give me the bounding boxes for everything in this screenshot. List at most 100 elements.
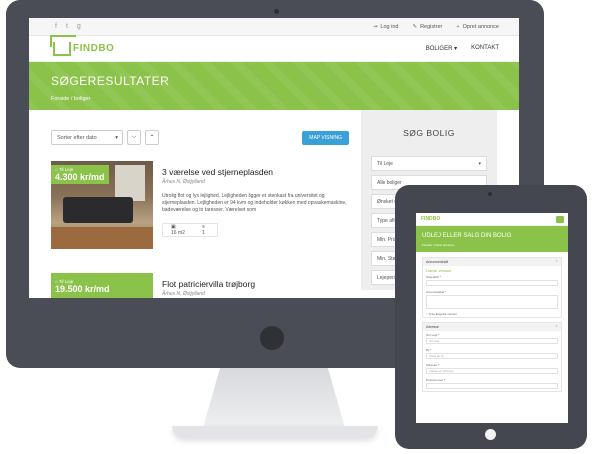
chevron-up-icon: ⌃ — [555, 260, 558, 264]
listing-card[interactable]: ⌂ Til Leje 4.300 kr/md 3 værelse ved stj… — [51, 161, 361, 249]
english-version-checkbox[interactable]: ○ Tyse Engelsk version — [423, 311, 561, 317]
listing-title[interactable]: 3 værelse ved stjerneplasden — [162, 167, 352, 177]
photo-floor — [51, 227, 153, 249]
nav-boliger-label: BOLIGER — [425, 46, 453, 52]
page-banner: SØGERESULTATER Forside / boliger — [29, 62, 519, 110]
rent-type-select[interactable]: Til Leje ▾ — [371, 156, 487, 171]
twitter-icon[interactable]: t — [66, 23, 68, 30]
field-label: Alle boliger — [377, 179, 402, 186]
field-label: Annoncetekst * — [426, 290, 447, 294]
chevron-up-icon: ⌃ — [149, 135, 155, 141]
home-button[interactable] — [485, 429, 496, 440]
listing-card[interactable]: ⌂ Til Leje 19.500 kr/md Flot patriciervi… — [51, 273, 361, 298]
tablet-breadcrumb: Forside / Opret annonce — [422, 243, 455, 247]
plus-icon: + — [456, 23, 460, 30]
listing-price: 4.300 kr/md — [55, 172, 105, 182]
nav-boliger[interactable]: BOLIGER ▾ — [426, 45, 457, 52]
checkbox-label: Tyse Engelsk version — [428, 312, 457, 316]
create-listing-link[interactable]: + Opret annonce — [456, 24, 499, 30]
login-label: Log ind — [380, 23, 399, 30]
top-bar: f t g ⇥ Log ind ✎ Registrer + Opret annonce — [29, 18, 519, 36]
register-link[interactable]: ✎ Registrer — [412, 24, 442, 30]
account-links: ⇥ Log ind ✎ Registrer + Opret annonce — [373, 24, 499, 30]
photo-window — [115, 165, 145, 201]
tablet-banner: UDLEJ ELLER SALG DIN BOLIG Forside / Opr… — [416, 226, 568, 252]
chevron-up-icon: ⌃ — [555, 325, 558, 329]
panel-header[interactable]: Annonsedetail ⌃ — [423, 258, 561, 266]
address-input[interactable]: Indtast en adresse — [426, 368, 558, 374]
page-title: SØGERESULTATER — [51, 74, 170, 88]
field-label: Min. Pris — [377, 236, 397, 243]
imac-base — [172, 426, 378, 438]
tablet-device: FINDBO UDLEJ ELLER SALG DIN BOLIG Forsid… — [395, 185, 587, 449]
photo-sofa — [63, 197, 133, 223]
listing-specs: ▣ 16 m2 ≡ 1 — [162, 223, 218, 237]
sort-select[interactable]: Sorter efter dato ▾ — [51, 130, 123, 145]
panel-title: Annonsedetail — [426, 260, 449, 264]
sort-asc-button[interactable]: ⌃ — [145, 130, 159, 145]
camera-dot — [274, 9, 279, 14]
rooms-value: 1 — [202, 230, 205, 236]
listing-description: Utrolig flot og lys lejlighed. Lejlighed… — [162, 193, 347, 213]
description-textarea[interactable] — [426, 295, 558, 309]
listing-photo[interactable]: ⌂ Til Leje 19.500 kr/md — [51, 273, 153, 298]
facebook-icon[interactable]: f — [55, 23, 57, 30]
google-plus-icon[interactable]: g — [77, 23, 81, 30]
imac-stand — [203, 368, 345, 428]
chevron-down-icon: ▾ — [478, 160, 481, 167]
listing-info: 3 værelse ved stjerneplasden Århus N, Øs… — [162, 161, 352, 249]
postcode-input[interactable] — [426, 383, 558, 389]
tablet-page-title: UDLEJ ELLER SALG DIN BOLIG — [422, 233, 512, 239]
chevron-down-icon: ▾ — [115, 134, 118, 141]
breadcrumb: Forside / boliger — [51, 96, 91, 102]
field-label: Postnummer * — [426, 378, 446, 382]
camera-dot — [488, 192, 492, 196]
nav-kontakt[interactable]: KONTAKT — [471, 45, 499, 52]
listing-photo[interactable]: ⌂ Til Leje 4.300 kr/md — [51, 161, 153, 249]
listing-location: Århus N, Østjylland — [162, 179, 205, 185]
listing-info: Flot patriciervilla trøjborg Århus N, Øs… — [162, 273, 352, 298]
field-label: Til Leje — [377, 160, 393, 167]
chevron-down-icon: ▾ — [454, 46, 458, 52]
tablet-form: Annonsedetail ⌃ Dansk version Overskrift … — [416, 252, 568, 401]
area-spec: ▣ 16 m2 — [163, 224, 194, 236]
tablet-screen: FINDBO UDLEJ ELLER SALG DIN BOLIG Forsid… — [416, 213, 568, 423]
details-panel: Annonsedetail ⌃ Dansk version Overskrift … — [422, 257, 562, 318]
logo-text: FINDBO — [73, 43, 115, 54]
main-nav: BOLIGER ▾ KONTAKT — [426, 45, 499, 52]
tablet-header: FINDBO — [416, 213, 568, 226]
sidebar-title: SØG BOLIG — [403, 128, 455, 138]
price-tag: ⌂ Til Leje 19.500 kr/md — [51, 277, 114, 296]
sort-select-label: Sorter efter dato — [57, 134, 97, 141]
house-icon — [53, 41, 71, 56]
panel-header[interactable]: Adresse ⌃ — [423, 323, 561, 331]
login-link[interactable]: ⇥ Log ind — [373, 24, 399, 30]
login-icon: ⇥ — [372, 23, 378, 30]
field-label: Om Leje * — [426, 333, 440, 337]
price-tag: ⌂ Til Leje 4.300 kr/md — [51, 165, 109, 184]
site-header: FINDBO BOLIGER ▾ KONTAKT — [29, 36, 519, 62]
apple-logo — [260, 326, 284, 350]
headline-input[interactable] — [426, 280, 558, 286]
city-select[interactable]: Vælg en by — [426, 353, 558, 359]
findbo-logo[interactable]: FINDBO — [53, 41, 115, 56]
panel-title: Adresse — [426, 325, 439, 329]
rent-type-select[interactable]: Om leje — [426, 338, 558, 344]
menu-icon[interactable] — [556, 215, 564, 223]
listing-title[interactable]: Flot patriciervilla trøjborg — [162, 279, 352, 289]
register-label: Registrer — [420, 23, 443, 30]
listing-price: 19.500 kr/md — [55, 284, 110, 294]
map-view-button[interactable]: MAP VISNING — [302, 130, 349, 145]
tablet-logo[interactable]: FINDBO — [421, 216, 440, 222]
result-controls: Sorter efter dato ▾ ⌵ ⌃ MAP VISNING — [51, 130, 361, 145]
results-column: Sorter efter dato ▾ ⌵ ⌃ MAP VISNING ⌂ Ti… — [29, 110, 361, 298]
field-label: Overskrift * — [426, 275, 441, 279]
rooms-spec: ≡ 1 — [194, 224, 217, 236]
language-heading: Dansk version — [426, 268, 452, 273]
sort-desc-button[interactable]: ⌵ — [127, 130, 141, 145]
field-label: Adresse * — [426, 363, 440, 367]
area-value: 16 m2 — [171, 230, 185, 236]
create-listing-label: Opret annonce — [462, 23, 499, 30]
social-links: f t g — [55, 23, 81, 30]
field-label: By * — [426, 348, 432, 352]
